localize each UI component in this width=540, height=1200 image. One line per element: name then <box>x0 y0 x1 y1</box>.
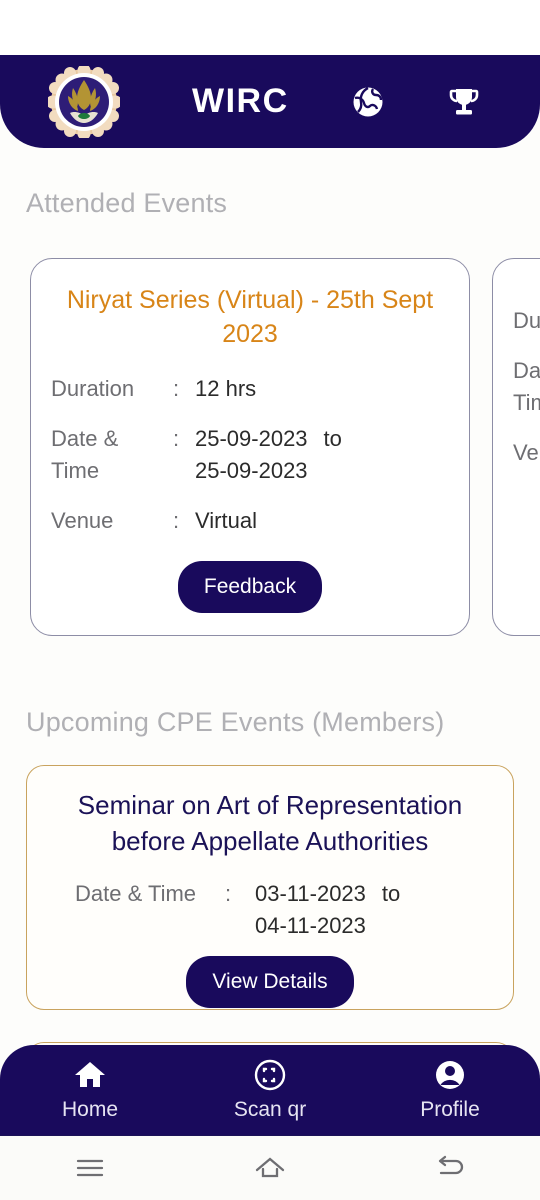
venue-label: Venue <box>513 439 540 465</box>
trophy-icon[interactable] <box>447 85 481 119</box>
event-venue-row: Venue : <box>513 437 540 469</box>
android-system-nav <box>0 1135 540 1200</box>
app-brand-title: WIRC <box>192 82 289 120</box>
nav-label-profile: Profile <box>420 1098 480 1121</box>
event-title: Niryat Series (Virtual) - 25th Sept 2023 <box>66 286 434 348</box>
datetime-label: Date &Time <box>513 357 540 415</box>
nav-label-home: Home <box>61 1098 119 1121</box>
event-actions: Feedback <box>31 561 469 613</box>
upcoming-datetime-row: Date & Time : 03-11-2023 to 04-11-2023 <box>49 878 491 942</box>
venue-label: Venue <box>51 507 114 533</box>
attended-event-card[interactable]: Duration : Date &Time : Venue : <box>492 258 540 636</box>
section-title-upcoming: Upcoming CPE Events (Members) <box>26 707 445 737</box>
qr-scan-icon <box>253 1058 287 1092</box>
globe-icon[interactable] <box>351 85 385 119</box>
back-icon[interactable] <box>430 1152 470 1184</box>
duration-label: Duration <box>513 308 540 333</box>
event-detail-rows: Duration : 12 hrs Date & Time : 25-09-202… <box>51 373 449 537</box>
datetime-value: 03-11-2023 to 04-11-2023 <box>255 880 401 938</box>
row-colon: : <box>173 507 180 533</box>
home-icon <box>73 1058 107 1092</box>
datetime-value: 25-09-2023 to 25-09-2023 <box>195 425 342 483</box>
nav-item-profile[interactable]: Profile <box>375 1058 525 1122</box>
row-colon: : <box>173 376 180 401</box>
profile-icon <box>433 1058 467 1092</box>
event-datetime-row: Date &Time : <box>513 355 540 419</box>
home-outline-icon[interactable] <box>250 1152 290 1184</box>
feedback-button[interactable]: Feedback <box>177 561 323 613</box>
app-screen: WIRC Attended Events Niryat Series (Virt… <box>0 0 540 1200</box>
upcoming-event-title: Seminar on Art of Representation before … <box>77 790 463 856</box>
section-title-attended: Attended Events <box>26 188 228 218</box>
event-venue-row: Venue : Virtual <box>51 505 449 537</box>
duration-label: Duration <box>51 376 135 401</box>
event-datetime-row: Date & Time : 25-09-2023 to 25-09-2023 <box>51 423 449 487</box>
upcoming-event-card[interactable]: Seminar on Art of Representation before … <box>26 765 514 1010</box>
row-colon: : <box>225 880 232 906</box>
app-header: WIRC <box>0 55 540 148</box>
duration-value: 12 hrs <box>195 376 257 401</box>
datetime-label: Date & Time <box>75 880 197 906</box>
event-detail-rows: Duration : Date &Time : Venue : <box>513 305 540 469</box>
upcoming-event-actions: View Details <box>49 955 491 1008</box>
bottom-navigation-bar: Home Scan qr Profile <box>0 1045 540 1135</box>
status-bar <box>0 0 540 55</box>
attended-event-card[interactable]: Niryat Series (Virtual) - 25th Sept 2023… <box>30 258 470 636</box>
event-duration-row: Duration : <box>513 305 540 337</box>
nav-item-scan-qr[interactable]: Scan qr <box>195 1058 345 1122</box>
nav-item-home[interactable]: Home <box>15 1058 165 1122</box>
icai-emblem-icon <box>46 63 122 140</box>
attended-events-scroller[interactable]: Niryat Series (Virtual) - 25th Sept 2023… <box>0 258 540 640</box>
nav-label-scan-qr: Scan qr <box>233 1098 307 1121</box>
event-duration-row: Duration : 12 hrs <box>51 373 449 405</box>
row-colon: : <box>173 425 180 451</box>
recents-icon[interactable] <box>70 1152 110 1184</box>
venue-value: Virtual <box>195 507 257 533</box>
view-details-button[interactable]: View Details <box>186 955 354 1008</box>
datetime-label: Date &Time <box>51 425 119 483</box>
